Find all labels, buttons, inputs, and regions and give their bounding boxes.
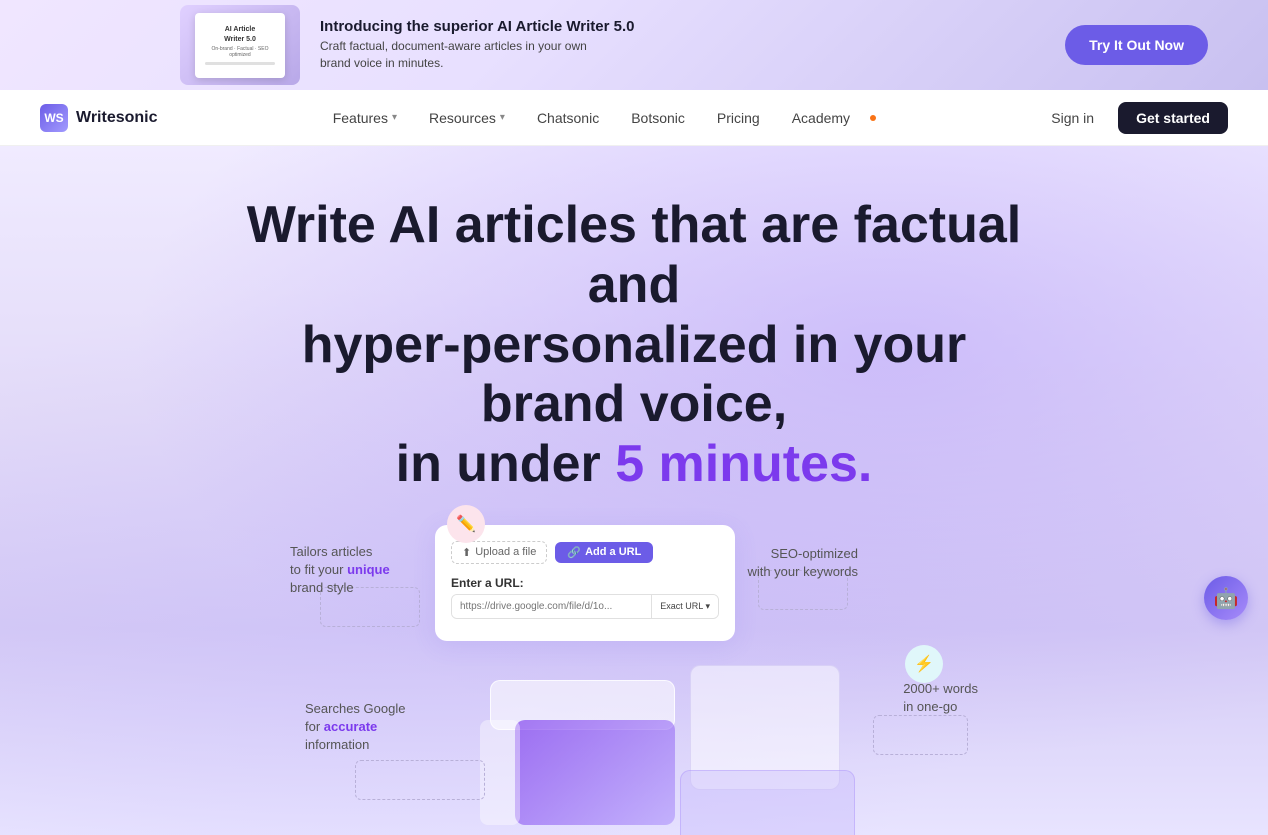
nav-item-features[interactable]: Features ▾ xyxy=(321,104,409,132)
navbar-actions: Sign in Get started xyxy=(1039,102,1228,134)
bolt-icon-circle: ⚡ xyxy=(905,645,943,683)
chevron-down-icon: ▾ xyxy=(392,112,397,123)
nav-item-pricing[interactable]: Pricing xyxy=(705,104,772,132)
logo-text: Writesonic xyxy=(76,109,158,127)
brand-line2: to fit your xyxy=(290,562,347,577)
add-url-label: Add a URL xyxy=(585,546,641,558)
google-accurate: accurate xyxy=(324,719,377,734)
url-input-wrapper: Exact URL ▾ xyxy=(451,594,719,619)
hero-diagram: Tailors articles to fit your unique bran… xyxy=(0,515,1268,835)
link-icon: 🔗 xyxy=(567,546,581,559)
dashed-box-google xyxy=(355,760,485,800)
bolt-icon: ⚡ xyxy=(914,654,934,674)
navbar: WS Writesonic Features ▾ Resources ▾ Cha… xyxy=(0,90,1268,146)
chevron-down-icon: ▾ xyxy=(500,112,505,123)
words-line2: in one-go xyxy=(903,699,957,714)
brand-line4: brand style xyxy=(290,580,354,595)
purple-card xyxy=(515,720,675,825)
banner-heading: Introducing the superior AI Article Writ… xyxy=(320,18,635,35)
url-input-row: Enter a URL: Exact URL ▾ xyxy=(451,576,719,619)
nav-item-botsonic[interactable]: Botsonic xyxy=(619,104,697,132)
google-line1: Searches Google xyxy=(305,701,405,716)
nav-label-resources: Resources xyxy=(429,110,496,126)
nav-links: Features ▾ Resources ▾ Chatsonic Botsoni… xyxy=(321,104,876,132)
seo-label: SEO-optimized with your keywords xyxy=(747,545,858,581)
mockup-subtitle: Writer 5.0 xyxy=(224,35,256,44)
banner-content: AI Article Writer 5.0 On-brand · Factual… xyxy=(180,5,635,85)
banner-description: Craft factual, document-aware articles i… xyxy=(320,38,600,72)
nav-item-chatsonic[interactable]: Chatsonic xyxy=(525,104,611,132)
hero-title-block: Write AI articles that are factual and h… xyxy=(184,196,1084,495)
chat-widget-button[interactable]: 🤖 xyxy=(1204,576,1248,620)
banner-mockup-image: AI Article Writer 5.0 On-brand · Factual… xyxy=(180,5,300,85)
words-label: 2000+ words in one-go xyxy=(903,680,978,716)
edit-icon: ✏️ xyxy=(456,514,476,534)
seo-line2: with your keywords xyxy=(747,564,858,579)
logo-link[interactable]: WS Writesonic xyxy=(40,104,158,132)
nav-label-features: Features xyxy=(333,110,388,126)
nav-label-chatsonic: Chatsonic xyxy=(537,110,599,126)
edit-icon-circle: ✏️ xyxy=(447,505,485,543)
promo-banner: AI Article Writer 5.0 On-brand · Factual… xyxy=(0,0,1268,90)
url-field-label: Enter a URL: xyxy=(451,576,719,590)
sign-in-button[interactable]: Sign in xyxy=(1039,104,1106,132)
upload-file-label: Upload a file xyxy=(475,546,536,558)
brand-unique: unique xyxy=(347,562,390,577)
hero-heading: Write AI articles that are factual and h… xyxy=(224,196,1044,495)
hero-section: Write AI articles that are factual and h… xyxy=(0,146,1268,835)
words-line1: 2000+ words xyxy=(903,681,978,696)
exact-url-badge: Exact URL ▾ xyxy=(651,595,718,618)
hero-title-line1: Write AI articles that are factual and xyxy=(247,196,1022,314)
nav-item-resources[interactable]: Resources ▾ xyxy=(417,104,517,132)
chat-widget-icon: 🤖 xyxy=(1214,586,1239,611)
light-purple-card xyxy=(680,770,855,835)
logo-icon-text: WS xyxy=(44,111,63,125)
google-line4: information xyxy=(305,737,369,752)
hero-title-highlight: 5 minutes. xyxy=(615,435,872,493)
url-input[interactable] xyxy=(452,595,651,618)
mockup-bar xyxy=(205,62,275,65)
nav-label-academy: Academy xyxy=(792,110,850,126)
google-search-label: Searches Google for accurate information xyxy=(305,700,405,755)
url-card-header: ⬆ Upload a file 🔗 Add a URL xyxy=(451,541,719,564)
side-white-card xyxy=(480,720,520,825)
mockup-sub: On-brand · Factual · SEO optimized xyxy=(201,46,279,58)
notification-dot xyxy=(870,115,876,121)
google-line2: for xyxy=(305,719,324,734)
add-url-button[interactable]: 🔗 Add a URL xyxy=(555,542,653,563)
upload-file-button[interactable]: ⬆ Upload a file xyxy=(451,541,547,564)
hero-title-line3: in under xyxy=(396,435,616,493)
url-input-card: ⬆ Upload a file 🔗 Add a URL Enter a URL:… xyxy=(435,525,735,641)
banner-cta-button[interactable]: Try It Out Now xyxy=(1065,25,1208,65)
seo-line1: SEO-optimized xyxy=(771,546,858,561)
get-started-button[interactable]: Get started xyxy=(1118,102,1228,134)
upload-icon: ⬆ xyxy=(462,546,471,559)
nav-item-academy[interactable]: Academy xyxy=(780,104,862,132)
exact-url-label: Exact URL xyxy=(660,601,703,611)
hero-title-line2: hyper-personalized in your brand voice, xyxy=(302,316,967,434)
mockup-title: AI Article xyxy=(225,25,255,34)
banner-text-block: Introducing the superior AI Article Writ… xyxy=(320,18,635,72)
nav-label-pricing: Pricing xyxy=(717,110,760,126)
dashed-box-words xyxy=(873,715,968,755)
nav-label-botsonic: Botsonic xyxy=(631,110,685,126)
logo-icon: WS xyxy=(40,104,68,132)
brand-style-label: Tailors articles to fit your unique bran… xyxy=(290,543,390,598)
brand-line1: Tailors articles xyxy=(290,544,372,559)
